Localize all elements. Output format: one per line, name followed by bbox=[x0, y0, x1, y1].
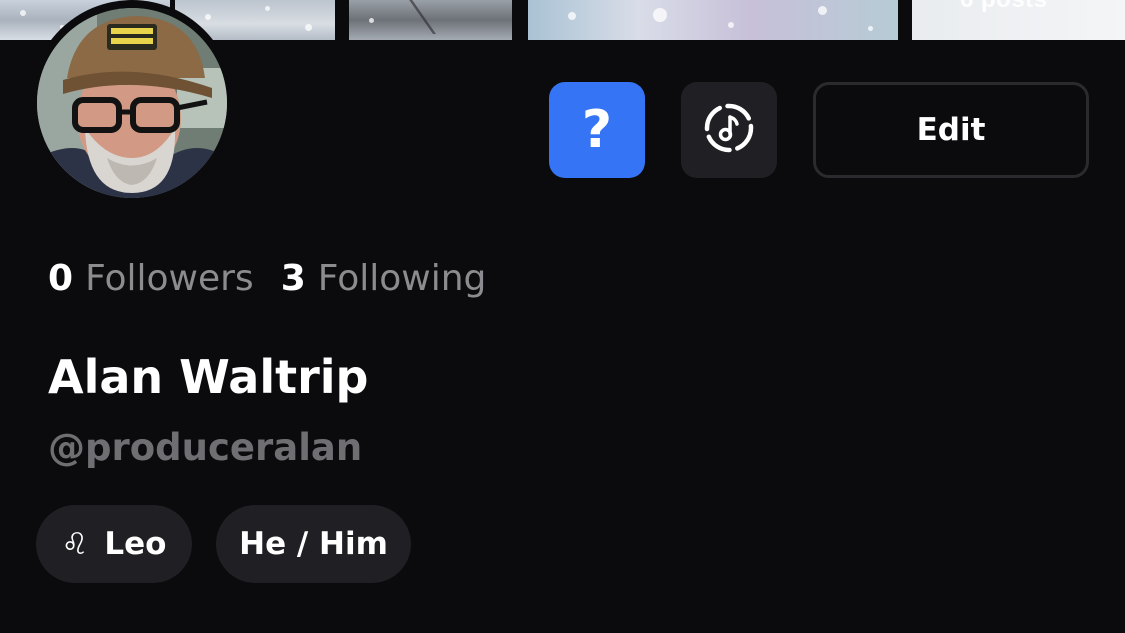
following-label: Following bbox=[317, 258, 487, 299]
display-name: Alan Waltrip bbox=[48, 350, 369, 404]
avatar-photo bbox=[37, 8, 227, 198]
pronouns-label: He / Him bbox=[239, 526, 388, 562]
post-count-label: 6 posts bbox=[960, 0, 1048, 14]
question-mark-icon: ? bbox=[581, 100, 613, 160]
edit-profile-button[interactable]: Edit bbox=[813, 82, 1089, 178]
follow-stats: 0 Followers 3 Following bbox=[48, 258, 486, 299]
pronouns-chip[interactable]: He / Him bbox=[216, 505, 411, 583]
zodiac-chip[interactable]: ♌ Leo bbox=[36, 505, 192, 583]
followers-stat[interactable]: 0 Followers bbox=[48, 258, 254, 299]
following-stat[interactable]: 3 Following bbox=[281, 258, 487, 299]
followers-count: 0 bbox=[48, 258, 74, 299]
username-handle: @produceralan bbox=[48, 426, 363, 469]
edit-button-label: Edit bbox=[916, 112, 986, 148]
avatar[interactable] bbox=[30, 0, 234, 204]
help-button[interactable]: ? bbox=[549, 82, 645, 178]
followers-label: Followers bbox=[85, 258, 254, 299]
post-count-tile[interactable]: 6 posts bbox=[912, 0, 1125, 40]
post-thumbnail[interactable] bbox=[349, 0, 512, 40]
post-thumbnail[interactable] bbox=[528, 0, 898, 40]
music-button[interactable] bbox=[681, 82, 777, 178]
music-disc-icon bbox=[703, 102, 755, 158]
zodiac-label: Leo bbox=[104, 526, 167, 562]
leo-zodiac-icon: ♌ bbox=[61, 526, 89, 562]
following-count: 3 bbox=[280, 258, 306, 299]
profile-page: 6 posts bbox=[0, 0, 1125, 633]
